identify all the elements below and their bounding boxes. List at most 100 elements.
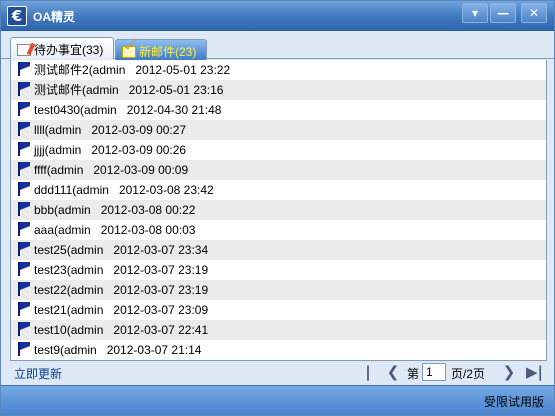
flag-icon	[17, 62, 30, 76]
mail-row[interactable]: jjjj(admin 2012-03-09 00:26	[11, 140, 546, 160]
mail-sender: (admin	[66, 283, 104, 297]
flag-icon	[17, 262, 30, 276]
mail-row[interactable]: 测试邮件2(admin 2012-05-01 23:22	[11, 60, 546, 80]
mail-row[interactable]: test23(admin 2012-03-07 23:19	[11, 260, 546, 280]
mail-sender: (admin	[88, 63, 126, 77]
mail-subject: test9	[34, 343, 61, 357]
mail-row[interactable]: test21(admin 2012-03-07 23:09	[11, 300, 546, 320]
flag-icon	[17, 202, 30, 216]
flag-icon	[17, 182, 30, 196]
mail-row[interactable]: bbb(admin 2012-03-08 00:22	[11, 200, 546, 220]
mail-sender: (admin	[80, 103, 117, 117]
mail-subject: ddd111	[34, 183, 73, 197]
app-window: € OA精灵 ▾ — ✕ 待办事宜(33) 新邮件(23) 测试邮件2(admi…	[0, 0, 555, 416]
mail-subject: jjjj	[34, 143, 45, 157]
flag-icon	[17, 282, 30, 296]
mail-time: 2012-05-01 23:16	[128, 83, 224, 97]
mail-time: 2012-03-07 23:19	[113, 283, 209, 297]
mail-subject: test22	[34, 283, 67, 297]
mail-time: 2012-03-07 22:41	[113, 323, 209, 337]
prev-page-icon[interactable]: ❮	[385, 363, 401, 381]
flag-icon	[17, 162, 30, 176]
mail-row[interactable]: test22(admin 2012-03-07 23:19	[11, 280, 546, 300]
menu-dropdown-button[interactable]: ▾	[462, 3, 488, 23]
flag-icon	[17, 342, 30, 356]
mail-subject: test25	[34, 243, 67, 257]
note-icon	[17, 44, 31, 56]
tab-bar: 待办事宜(33) 新邮件(23)	[1, 32, 554, 60]
mail-row[interactable]: ddd111(admin 2012-03-08 23:42	[11, 180, 546, 200]
status-bar: 受限试用版	[1, 385, 554, 415]
mail-subject: test21	[34, 303, 67, 317]
mail-row[interactable]: test25(admin 2012-03-07 23:34	[11, 240, 546, 260]
pager-bar: 立即更新 |◀ ❮ 第 页/2页 ❯ ▶|	[10, 361, 547, 399]
next-page-icon[interactable]: ❯	[501, 363, 517, 381]
app-logo-icon: €	[7, 6, 27, 26]
mail-subject: ffff	[34, 163, 47, 177]
window-title: OA精灵	[33, 10, 76, 24]
mail-time: 2012-03-09 00:26	[91, 143, 187, 157]
mail-subject: aaa	[34, 223, 55, 237]
last-page-icon[interactable]: ▶|	[526, 363, 543, 381]
mail-time: 2012-03-08 00:03	[100, 223, 196, 237]
mail-time: 2012-03-09 00:27	[91, 123, 187, 137]
title-bar[interactable]: € OA精灵 ▾ — ✕	[1, 1, 554, 31]
flag-icon	[17, 242, 30, 256]
mail-sender: (admin	[66, 243, 104, 257]
flag-icon	[17, 222, 30, 236]
tab-new-mail-label: 新邮件(23)	[139, 45, 197, 59]
mail-sender: (admin	[82, 83, 119, 97]
mail-row[interactable]: test10(admin 2012-03-07 22:41	[11, 320, 546, 340]
tab-todo-label: 待办事宜(33)	[34, 43, 104, 57]
first-page-icon[interactable]: |◀	[360, 363, 376, 399]
tab-new-mail[interactable]: 新邮件(23)	[115, 39, 207, 60]
mail-time: 2012-05-01 23:22	[135, 63, 231, 77]
mail-time: 2012-03-08 00:22	[100, 203, 196, 217]
mail-sender: (admin	[44, 143, 82, 157]
flag-icon	[17, 142, 30, 156]
mail-sender: (admin	[46, 163, 84, 177]
mail-subject: 测试邮件	[34, 83, 83, 97]
mail-row[interactable]: llll(admin 2012-03-09 00:27	[11, 120, 546, 140]
mail-list: 测试邮件2(admin 2012-05-01 23:22 测试邮件(admin 201…	[10, 60, 547, 361]
close-button[interactable]: ✕	[521, 3, 547, 23]
mail-sender: (admin	[66, 303, 104, 317]
mail-sender: (admin	[66, 263, 104, 277]
mail-row[interactable]: test9(admin 2012-03-07 21:14	[11, 340, 546, 360]
mail-sender: (admin	[54, 223, 91, 237]
page-number-input[interactable]	[422, 363, 446, 381]
mail-time: 2012-03-09 00:09	[93, 163, 189, 177]
mail-row[interactable]: test0430(admin 2012-04-30 21:48	[11, 100, 546, 120]
mail-time: 2012-03-08 23:42	[118, 183, 214, 197]
mail-sender: (admin	[66, 323, 104, 337]
mail-row[interactable]: 测试邮件(admin 2012-05-01 23:16	[11, 80, 546, 100]
mail-sender: (admin	[44, 123, 82, 137]
flag-icon	[17, 82, 30, 96]
mail-time: 2012-03-07 21:14	[106, 343, 202, 357]
mail-sender: (admin	[72, 183, 109, 197]
mail-subject: test23	[34, 263, 67, 277]
mail-icon	[122, 46, 136, 58]
tab-todo[interactable]: 待办事宜(33)	[10, 37, 114, 59]
page-prefix: 第	[407, 367, 420, 381]
mail-time: 2012-03-07 23:34	[113, 243, 209, 257]
flag-icon	[17, 322, 30, 336]
minimize-button[interactable]: —	[490, 3, 516, 23]
mail-subject: test10	[34, 323, 67, 337]
mail-time: 2012-03-07 23:19	[113, 263, 209, 277]
mail-subject: bbb	[34, 203, 55, 217]
page-total: 页/2页	[451, 367, 486, 381]
refresh-now-link[interactable]: 立即更新	[14, 365, 62, 382]
mail-sender: (admin	[60, 343, 97, 357]
mail-time: 2012-04-30 21:48	[126, 103, 222, 117]
flag-icon	[17, 302, 30, 316]
flag-icon	[17, 122, 30, 136]
flag-icon	[17, 102, 30, 116]
mail-time: 2012-03-07 23:09	[113, 303, 209, 317]
mail-row[interactable]: aaa(admin 2012-03-08 00:03	[11, 220, 546, 240]
mail-subject: 测试邮件2	[34, 63, 89, 77]
mail-sender: (admin	[54, 203, 91, 217]
mail-subject: test0430	[34, 103, 81, 117]
license-status: 受限试用版	[483, 395, 544, 409]
mail-row[interactable]: ffff(admin 2012-03-09 00:09	[11, 160, 546, 180]
